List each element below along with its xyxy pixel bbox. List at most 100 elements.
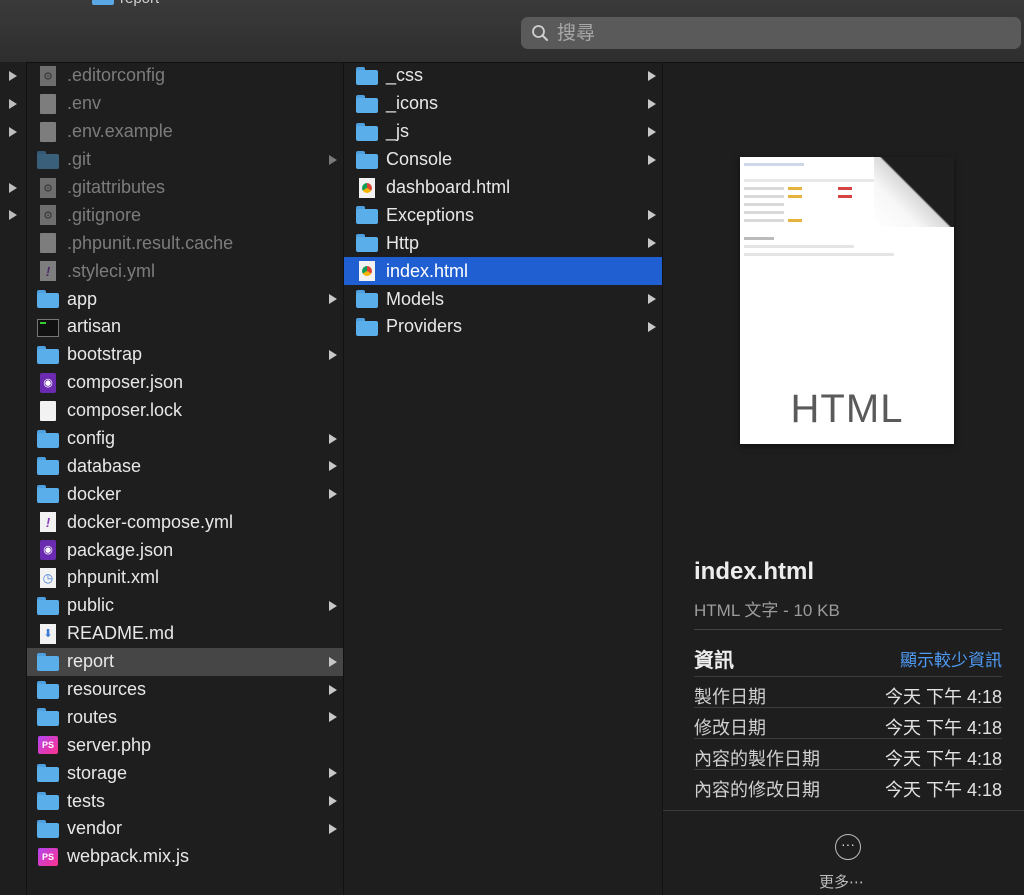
html-file-icon	[356, 261, 378, 282]
file-list-item[interactable]: config	[27, 425, 343, 453]
show-less-link[interactable]: 顯示較少資訊	[900, 646, 1002, 671]
file-list-item[interactable]: index.html	[344, 257, 662, 286]
file-list-item[interactable]: _icons	[344, 90, 662, 118]
item-label: .gitignore	[67, 204, 142, 225]
item-label: webpack.mix.js	[67, 846, 190, 867]
file-list-item[interactable]: Providers	[344, 313, 662, 341]
item-label: app	[67, 288, 98, 309]
more-button[interactable]: ···	[835, 834, 861, 860]
file-list-item[interactable]: resources	[27, 676, 343, 704]
file-list-item[interactable]: _css	[344, 62, 662, 90]
item-label: database	[67, 455, 142, 476]
chevron-right-icon	[329, 433, 337, 444]
info-key: 製作日期	[694, 687, 766, 707]
file-list-item[interactable]: package.json	[27, 536, 343, 564]
file-list-item[interactable]: vendor	[27, 815, 343, 843]
file-list-item[interactable]: composer.lock	[27, 397, 343, 425]
disclosure-arrow[interactable]	[0, 90, 26, 118]
folder-icon	[356, 66, 378, 86]
item-label: Console	[386, 149, 453, 170]
chevron-right-icon	[329, 796, 337, 807]
file-list-item[interactable]: .phpunit.result.cache	[27, 229, 343, 257]
info-row-content-modified: 內容的修改日期 今天 下午 4:18	[694, 769, 1002, 800]
disclosure-arrow[interactable]	[0, 62, 26, 90]
search-field[interactable]	[521, 17, 1021, 49]
yml-file-icon	[37, 261, 59, 282]
file-list-item[interactable]: Console	[344, 146, 662, 174]
breadcrumb[interactable]: report	[92, 0, 159, 7]
config-file-icon	[37, 205, 59, 226]
page-curl	[874, 157, 954, 227]
folder-icon	[92, 0, 114, 5]
info-row-created: 製作日期 今天 下午 4:18	[694, 676, 1002, 707]
file-list-item[interactable]: tests	[27, 787, 343, 815]
folder-icon	[356, 317, 378, 337]
folder-icon	[37, 819, 59, 839]
yml-file-icon	[37, 512, 59, 533]
file-list-item[interactable]: .gitattributes	[27, 174, 343, 202]
document-icon	[37, 93, 59, 114]
chevron-right-icon	[329, 656, 337, 667]
file-list-item[interactable]: composer.json	[27, 369, 343, 397]
chevron-right-icon	[648, 294, 656, 305]
item-label: Http	[386, 232, 420, 253]
file-list-item[interactable]: phpunit.xml	[27, 564, 343, 592]
disclosure-arrow[interactable]	[0, 201, 26, 229]
file-list-item[interactable]: dashboard.html	[344, 174, 662, 202]
item-label: Exceptions	[386, 204, 475, 225]
chevron-right-icon	[329, 823, 337, 834]
chevron-right-icon	[648, 98, 656, 109]
terminal-icon	[37, 317, 59, 337]
item-label: Models	[386, 288, 445, 309]
folder-icon	[37, 791, 59, 811]
file-list-item[interactable]: routes	[27, 703, 343, 731]
file-list-item[interactable]: .editorconfig	[27, 62, 343, 90]
file-list-item[interactable]: Http	[344, 229, 662, 257]
file-list-item[interactable]: .git	[27, 146, 343, 174]
divider	[663, 810, 1024, 811]
chevron-right-icon	[648, 154, 656, 165]
item-label: README.md	[67, 623, 175, 644]
info-header: 資訊 顯示較少資訊	[694, 629, 1002, 672]
folder-icon	[37, 456, 59, 476]
item-label: .env.example	[67, 121, 173, 142]
chevron-right-icon	[329, 489, 337, 500]
document-icon	[37, 400, 59, 421]
chevron-right-icon	[329, 461, 337, 472]
file-list-item[interactable]: artisan	[27, 313, 343, 341]
file-list-item[interactable]: .gitignore	[27, 201, 343, 229]
chevron-right-icon	[648, 70, 656, 81]
file-list-item[interactable]: webpack.mix.js	[27, 843, 343, 871]
disclosure-arrow[interactable]	[0, 118, 26, 146]
file-list-item[interactable]: .env	[27, 90, 343, 118]
config-file-icon	[37, 65, 59, 86]
item-label: Providers	[386, 316, 463, 337]
info-value: 今天 下午 4:18	[884, 749, 1002, 769]
file-list-item[interactable]: docker	[27, 480, 343, 508]
file-list-item[interactable]: README.md	[27, 620, 343, 648]
file-list-item[interactable]: Models	[344, 285, 662, 313]
chevron-right-icon	[329, 154, 337, 165]
file-list-item[interactable]: server.php	[27, 731, 343, 759]
more-label[interactable]: 更多⋯	[819, 871, 864, 892]
file-list-item[interactable]: bootstrap	[27, 341, 343, 369]
markdown-file-icon	[37, 623, 59, 644]
disclosure-arrow[interactable]	[0, 174, 26, 202]
file-list-item[interactable]: database	[27, 452, 343, 480]
file-preview-thumbnail[interactable]: HTML	[740, 157, 954, 444]
item-label: package.json	[67, 539, 174, 560]
folder-icon	[356, 205, 378, 225]
file-list-item[interactable]: Exceptions	[344, 201, 662, 229]
file-list-item[interactable]: report	[27, 647, 343, 676]
search-icon	[532, 25, 548, 41]
file-list-item[interactable]: public	[27, 592, 343, 620]
folder-icon	[37, 289, 59, 309]
file-list-item[interactable]: storage	[27, 759, 343, 787]
file-list-item[interactable]: _js	[344, 118, 662, 146]
file-list-item[interactable]: .styleci.yml	[27, 257, 343, 285]
search-input[interactable]	[555, 21, 999, 45]
file-list-item[interactable]: app	[27, 285, 343, 313]
document-icon	[37, 233, 59, 254]
file-list-item[interactable]: .env.example	[27, 118, 343, 146]
file-list-item[interactable]: docker-compose.yml	[27, 508, 343, 536]
